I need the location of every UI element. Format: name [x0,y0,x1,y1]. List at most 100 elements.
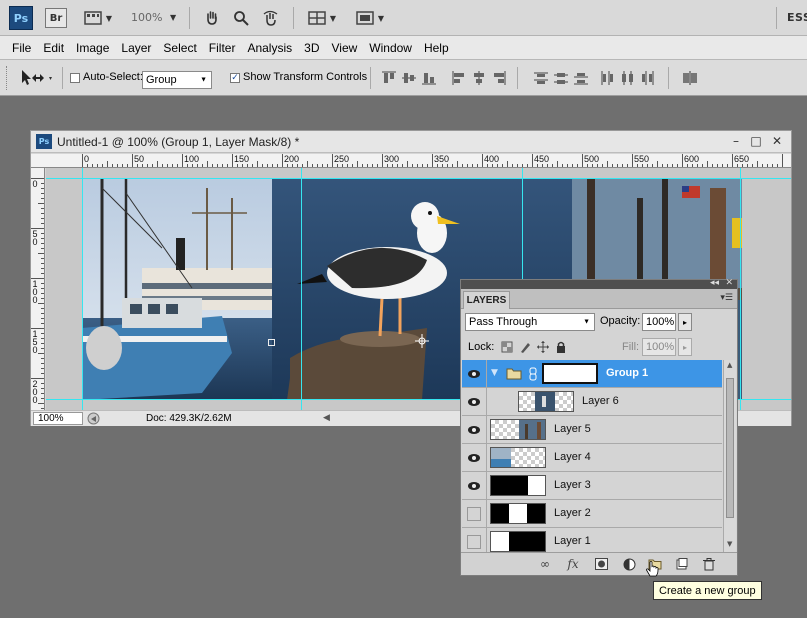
menu-filter[interactable]: Filter [203,41,242,55]
layer-name[interactable]: Group 1 [606,367,648,379]
layer-name[interactable]: Layer 4 [554,451,591,463]
lock-transparent-pixels-icon[interactable] [501,341,513,353]
distribute-bottom-icon[interactable] [574,71,588,85]
layer-name[interactable]: Layer 6 [582,395,619,407]
layer-name[interactable]: Layer 5 [554,423,591,435]
view-extras-button[interactable]: ▼ [80,8,116,28]
screen-mode-button[interactable]: ▼ [352,8,388,28]
guide-line[interactable] [46,178,791,179]
visibility-toggle[interactable] [462,360,487,387]
menu-layer[interactable]: Layer [115,41,157,55]
align-bottom-icon[interactable] [422,71,436,85]
layer-mask-thumbnail[interactable] [542,363,598,384]
layer-name[interactable]: Layer 1 [554,535,591,547]
auto-select-dropdown[interactable]: Group ▼ [142,71,212,89]
tool-preset-picker[interactable] [18,68,56,88]
menu-edit[interactable]: Edit [37,41,70,55]
document-title-bar[interactable]: Ps Untitled-1 @ 100% (Group 1, Layer Mas… [31,131,791,153]
menu-analysis[interactable]: Analysis [241,41,298,55]
show-transform-checkbox[interactable]: ✓ [230,73,240,83]
align-left-icon[interactable] [452,71,466,85]
guide-line[interactable] [301,168,302,410]
menu-select[interactable]: Select [157,41,202,55]
zoom-tool-button[interactable] [231,8,251,28]
layer-name[interactable]: Layer 2 [554,507,591,519]
lock-position-icon[interactable] [537,341,549,353]
visibility-toggle[interactable] [462,416,487,443]
menu-help[interactable]: Help [418,41,455,55]
expand-triangle-icon[interactable]: ▼ [491,368,498,378]
panel-menu-icon[interactable]: ▾☰ [720,293,733,303]
align-horizontal-center-icon[interactable] [472,71,486,85]
close-icon[interactable]: ✕ [770,134,784,148]
options-bar-grip[interactable] [6,66,9,90]
collapse-panel-icon[interactable]: ◂◂ [710,278,719,288]
menu-view[interactable]: View [325,41,363,55]
photoshop-logo[interactable]: Ps [9,6,33,30]
layer-row-layer-4[interactable]: Layer 4 [462,444,722,472]
opacity-slider-button[interactable]: ▸ [678,313,692,331]
add-layer-mask-icon[interactable] [593,557,609,571]
lock-image-pixels-icon[interactable] [519,341,531,353]
distribute-left-icon[interactable] [600,71,614,85]
vertical-ruler[interactable]: 0 5 0 1 0 0 1 5 0 2 0 0 [31,168,45,410]
visibility-toggle[interactable] [462,388,487,415]
bridge-button[interactable]: Br [45,8,67,28]
transform-handle[interactable] [268,339,275,346]
guide-line[interactable] [82,168,83,410]
workspace-switcher[interactable]: ESS [787,11,807,24]
opacity-input[interactable]: 100% [642,313,676,331]
center-point-icon[interactable] [415,334,429,348]
ruler-origin[interactable] [31,154,81,168]
layer-row-layer-3[interactable]: Layer 3 [462,472,722,500]
distribute-top-icon[interactable] [534,71,548,85]
scrollbar-thumb[interactable] [726,378,734,518]
align-vertical-center-icon[interactable] [402,71,416,85]
distribute-right-icon[interactable] [640,71,654,85]
align-top-icon[interactable] [382,71,396,85]
guide-line[interactable] [740,168,741,410]
status-info-icon[interactable] [87,412,100,425]
link-layers-icon[interactable]: ∞ [537,557,553,571]
layer-row-layer-6[interactable]: Layer 6 [462,388,722,416]
distribute-horizontal-center-icon[interactable] [620,71,634,85]
rotate-view-button[interactable] [260,8,282,28]
visibility-toggle[interactable] [462,444,487,471]
menu-file[interactable]: File [6,41,37,55]
layers-scrollbar[interactable]: ▲ ▼ [723,360,736,552]
scroll-down-icon[interactable]: ▼ [727,540,732,548]
auto-align-layers-icon[interactable] [682,71,698,85]
scroll-left-icon[interactable]: ◀ [323,412,330,423]
trash-icon[interactable] [701,557,717,571]
maximize-icon[interactable]: □ [749,134,763,148]
layer-row-layer-1[interactable]: Layer 1 [462,528,722,552]
menu-image[interactable]: Image [70,41,115,55]
fill-slider-button[interactable]: ▸ [678,338,692,356]
minimize-icon[interactable]: – [729,134,743,148]
lock-all-icon[interactable] [555,341,567,353]
blend-mode-dropdown[interactable]: Pass Through ▼ [465,313,595,331]
panel-header-bar[interactable]: ◂◂ ✕ [461,278,737,289]
hand-tool-button[interactable] [202,8,222,28]
chain-link-icon[interactable] [529,367,537,381]
layer-row-layer-2[interactable]: Layer 2 [462,500,722,528]
fill-input[interactable]: 100% [642,338,676,356]
scroll-up-icon[interactable]: ▲ [727,361,732,369]
arrange-documents-button[interactable]: ▼ [304,8,340,28]
tab-layers[interactable]: LAYERS [463,291,510,309]
layer-name[interactable]: Layer 3 [554,479,591,491]
auto-select-checkbox[interactable] [70,73,80,83]
menu-window[interactable]: Window [363,41,418,55]
distribute-vertical-center-icon[interactable] [554,71,568,85]
menu-3d[interactable]: 3D [298,41,325,55]
horizontal-ruler[interactable]: 0 50 100 150 200 250 300 350 400 450 500 550 600 650 [81,154,791,168]
visibility-toggle[interactable] [462,500,487,527]
zoom-field[interactable]: 100% [33,412,83,425]
layer-style-fx-icon[interactable]: fx [565,557,581,571]
align-right-icon[interactable] [492,71,506,85]
visibility-toggle[interactable] [462,528,487,552]
adjustment-layer-icon[interactable] [621,557,637,571]
layer-row-group-1[interactable]: ▼ Group 1 [462,360,722,388]
chevron-down-icon[interactable]: ▼ [170,13,176,22]
visibility-toggle[interactable] [462,472,487,499]
